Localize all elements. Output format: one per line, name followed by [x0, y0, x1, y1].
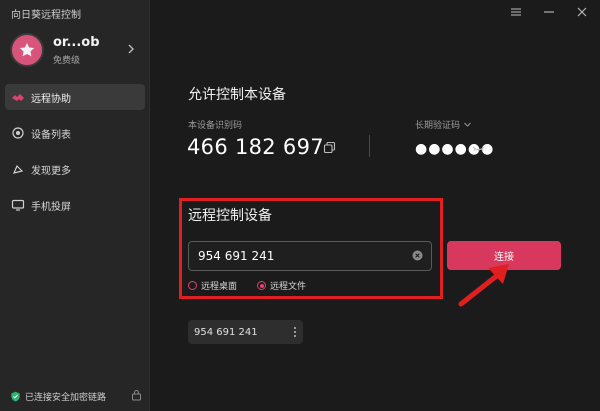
discover-icon — [11, 162, 25, 176]
remote-control-heading: 远程控制设备 — [188, 208, 272, 224]
profile-name: or...ob — [53, 35, 100, 50]
close-icon[interactable] — [575, 5, 589, 19]
sidebar-item-label: 发现更多 — [31, 165, 71, 177]
divider — [369, 135, 370, 157]
allow-control-heading: 允许控制本设备 — [188, 87, 286, 103]
security-status: 已连接安全加密链路 — [10, 389, 142, 403]
remote-mode-options: 远程桌面 远程文件 — [188, 279, 326, 292]
sidebar-item-discover[interactable]: 发现更多 — [5, 156, 145, 182]
radio-label: 远程文件 — [270, 282, 307, 292]
radio-remote-file[interactable]: 远程文件 — [257, 279, 306, 292]
sidebar-nav: 远程协助 设备列表 发现更多 手机投屏 — [5, 84, 145, 228]
history-device-id: 954 691 241 — [194, 326, 258, 338]
chevron-right-icon[interactable] — [124, 42, 138, 56]
radio-button[interactable] — [257, 281, 267, 290]
device-id-label: 本设备识别码 — [188, 121, 243, 131]
sidebar: 向日葵远程控制 or...ob 免费级 远程协助 设备列表 发现更多 手机投屏 … — [0, 0, 150, 411]
device-id-value: 466 182 697 — [187, 135, 324, 159]
radio-label: 远程桌面 — [201, 282, 238, 292]
sidebar-item-screen-cast[interactable]: 手机投屏 — [5, 192, 145, 218]
sidebar-item-label: 手机投屏 — [31, 201, 71, 213]
clear-icon[interactable] — [412, 250, 423, 261]
profile-card[interactable]: or...ob 免费级 — [10, 33, 140, 67]
device-list-icon — [11, 126, 25, 140]
sidebar-item-remote-assist[interactable]: 远程协助 — [5, 84, 145, 110]
radio-button[interactable] — [188, 281, 197, 290]
more-vertical-icon[interactable] — [293, 326, 297, 338]
minimize-icon[interactable] — [542, 5, 556, 19]
screen-cast-icon — [11, 198, 25, 212]
sidebar-item-device-list[interactable]: 设备列表 — [5, 120, 145, 146]
profile-level: 免费级 — [53, 56, 81, 66]
verification-code-selector[interactable]: 长期验证码 — [415, 118, 472, 131]
avatar[interactable] — [10, 33, 44, 67]
remote-device-id-input[interactable] — [188, 241, 432, 271]
copy-icon[interactable] — [323, 141, 336, 154]
chevron-down-icon — [464, 122, 471, 127]
app-window: 向日葵远程控制 or...ob 免费级 远程协助 设备列表 发现更多 手机投屏 … — [0, 0, 600, 411]
shield-check-icon — [10, 391, 21, 402]
verification-code-label: 长期验证码 — [415, 121, 461, 131]
lock-icon[interactable] — [131, 389, 142, 401]
remote-assist-icon — [11, 90, 25, 104]
radio-remote-desktop[interactable]: 远程桌面 — [188, 279, 237, 292]
sidebar-item-label: 设备列表 — [31, 129, 71, 141]
sidebar-item-label: 远程协助 — [31, 93, 71, 105]
menu-icon[interactable] — [509, 5, 523, 19]
eye-hidden-icon[interactable] — [472, 144, 485, 154]
security-status-text: 已连接安全加密链路 — [25, 392, 107, 403]
history-device-item[interactable]: 954 691 241 — [188, 320, 303, 344]
star-icon — [19, 42, 35, 57]
arrow-annotation-icon — [458, 264, 509, 307]
app-title: 向日葵远程控制 — [11, 10, 81, 21]
